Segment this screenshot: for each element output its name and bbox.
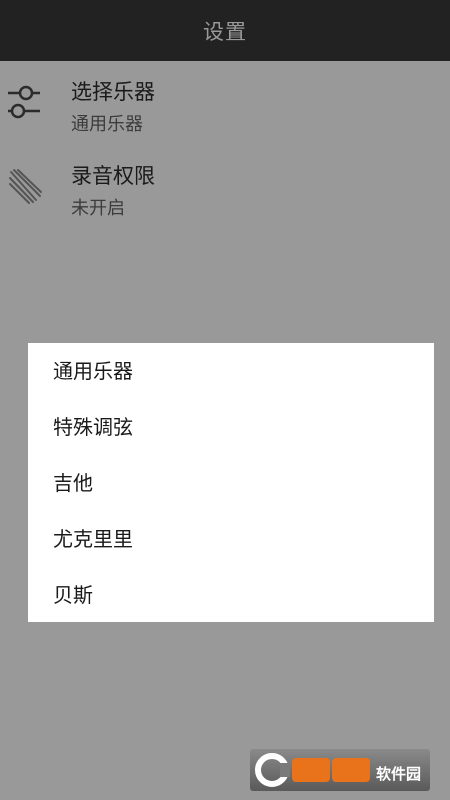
record-permission-icon bbox=[6, 166, 44, 206]
page-title: 设置 bbox=[203, 19, 247, 44]
option-ukulele[interactable]: 尤克里里 bbox=[53, 519, 413, 559]
instrument-picker-dialog: 通用乐器 特殊调弦 吉他 尤克里里 贝斯 bbox=[28, 343, 434, 622]
setting-title: 录音权限 bbox=[71, 164, 155, 188]
option-general-instrument[interactable]: 通用乐器 bbox=[53, 351, 413, 391]
setting-select-instrument[interactable]: 选择乐器 通用乐器 bbox=[0, 70, 450, 146]
setting-value: 未开启 bbox=[71, 198, 125, 219]
app-header: 设置 bbox=[0, 0, 450, 61]
sliders-icon bbox=[6, 82, 44, 122]
setting-record-permission[interactable]: 录音权限 未开启 bbox=[0, 154, 450, 230]
watermark-brand: 软件园 bbox=[376, 765, 422, 783]
option-guitar[interactable]: 吉他 bbox=[53, 463, 413, 503]
option-bass[interactable]: 贝斯 bbox=[53, 575, 413, 615]
setting-title: 选择乐器 bbox=[71, 80, 155, 104]
watermark-logo: 软件园 bbox=[250, 749, 430, 791]
option-special-tuning[interactable]: 特殊调弦 bbox=[53, 407, 413, 447]
setting-value: 通用乐器 bbox=[71, 114, 143, 135]
